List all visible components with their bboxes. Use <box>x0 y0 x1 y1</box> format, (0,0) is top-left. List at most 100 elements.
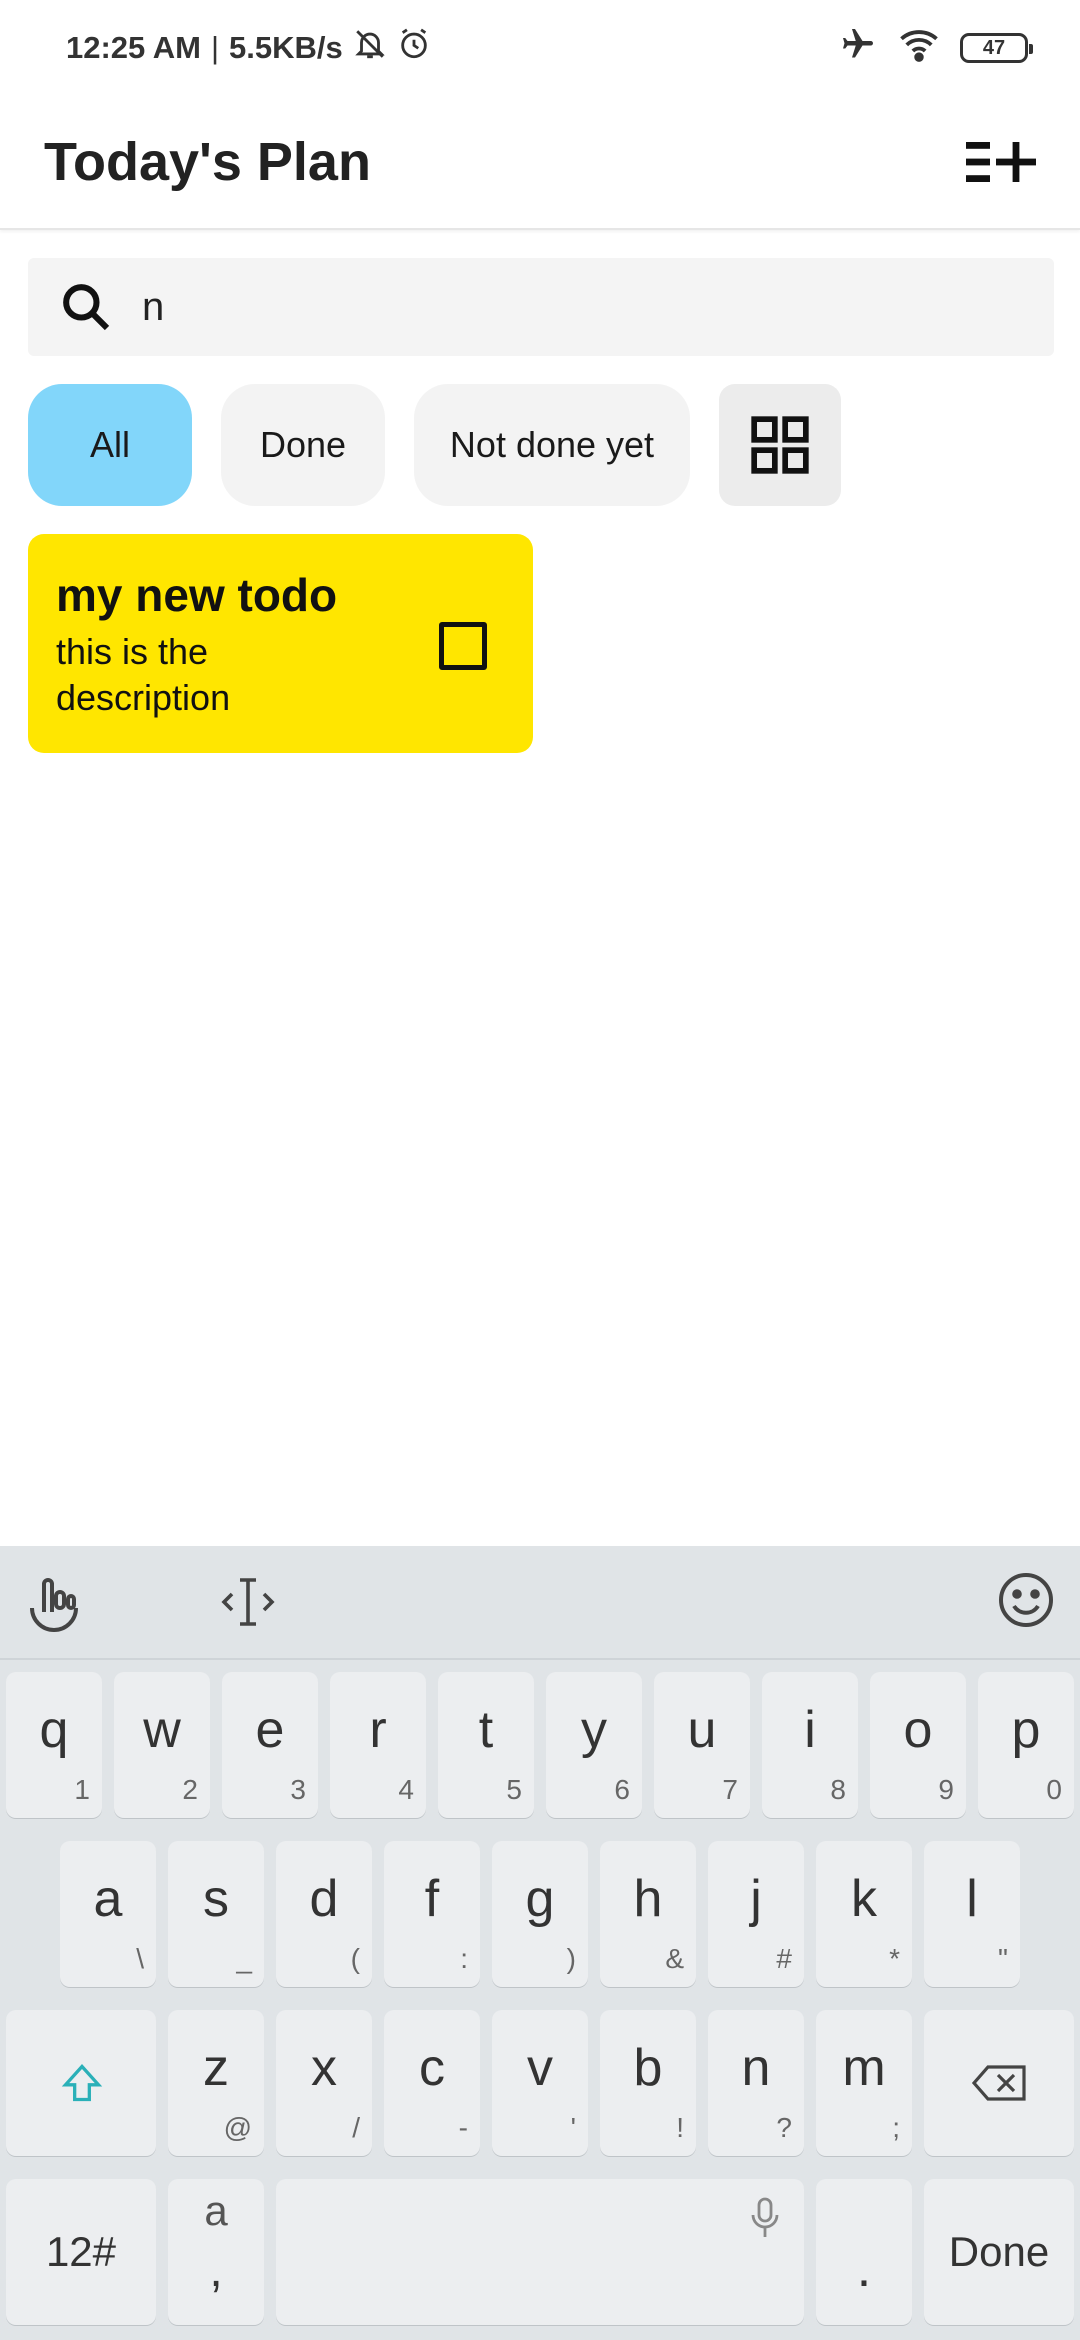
todo-title: my new todo <box>56 569 338 621</box>
filter-all-label: All <box>89 424 130 465</box>
key-sub-label: / <box>352 2112 360 2143</box>
battery-level: 47 <box>982 36 1006 59</box>
key-k[interactable]: k * <box>816 1841 912 1987</box>
key-label: v <box>527 2039 553 2097</box>
text-cursor-icon <box>221 1578 275 1626</box>
key-sub-label: 4 <box>398 1774 414 1805</box>
key-label: a <box>93 1870 123 1928</box>
key-sub-label: _ <box>236 1943 252 1974</box>
keyboard-row-1: q1 w2 e3 r4 t5 y6 u7 i8 o9 p0 <box>0 1672 1080 1820</box>
key-l[interactable]: l " <box>924 1841 1020 1987</box>
key-e[interactable]: e3 <box>222 1672 318 1818</box>
key-v[interactable]: v ' <box>492 2010 588 2156</box>
app-bar: Today's Plan <box>0 96 1080 230</box>
keyboard-row-3: z @ x / c- v ' b! n? m; <box>0 2010 1080 2158</box>
key-d[interactable]: d( <box>276 1841 372 1987</box>
comma-key[interactable]: a , <box>168 2179 264 2325</box>
key-r[interactable]: r4 <box>330 1672 426 1818</box>
filter-done-chip[interactable]: Done <box>221 384 385 506</box>
symbols-label: 12# <box>45 2228 117 2275</box>
emoji-icon <box>999 1573 1053 1627</box>
key-sub-label: - <box>458 2112 468 2143</box>
key-g[interactable]: g) <box>492 1841 588 1987</box>
key-j[interactable]: j # <box>708 1841 804 1987</box>
key-label: j <box>750 1870 762 1928</box>
key-sub-label: 7 <box>722 1774 738 1805</box>
key-u[interactable]: u7 <box>654 1672 750 1818</box>
shift-icon <box>61 2064 103 2102</box>
key-o[interactable]: o9 <box>870 1672 966 1818</box>
key-label: d <box>309 1870 339 1928</box>
key-label: n <box>741 2039 771 2097</box>
key-label: k <box>851 1870 877 1928</box>
backspace-key[interactable] <box>924 2010 1074 2156</box>
key-s[interactable]: s _ <box>168 1841 264 1987</box>
mute-bell-icon <box>353 27 387 69</box>
shift-key[interactable] <box>6 2010 156 2156</box>
filter-not-done-label: Not done yet <box>449 424 655 465</box>
filter-chips: All Done Not done yet <box>28 384 841 506</box>
key-label: m <box>842 2039 886 2097</box>
keyboard-toolbar <box>0 1546 1080 1660</box>
key-sub-label: 2 <box>182 1774 198 1805</box>
key-sub-label: 3 <box>290 1774 306 1805</box>
todo-checkbox[interactable] <box>439 622 487 670</box>
key-q[interactable]: q1 <box>6 1672 102 1818</box>
key-label: x <box>311 2039 337 2097</box>
key-w[interactable]: w2 <box>114 1672 210 1818</box>
status-left: 12:25 AM | 5.5KB/s <box>66 27 431 69</box>
search-bar[interactable] <box>28 258 1054 356</box>
status-right: 47 <box>838 26 1033 70</box>
key-sub-label: @ <box>223 2112 252 2143</box>
symbols-key[interactable]: 12# <box>6 2179 156 2325</box>
period-label: . <box>856 2240 872 2298</box>
alarm-icon <box>397 27 431 69</box>
grid-view-button[interactable] <box>719 384 841 506</box>
comma-key-label: , <box>209 2244 223 2297</box>
key-y[interactable]: y6 <box>546 1672 642 1818</box>
key-label: o <box>903 1701 933 1759</box>
key-f[interactable]: f: <box>384 1841 480 1987</box>
key-c[interactable]: c- <box>384 2010 480 2156</box>
backspace-icon <box>972 2065 1026 2101</box>
key-label: b <box>633 2039 663 2097</box>
page-title: Today's Plan <box>44 132 371 192</box>
playlist-add-icon <box>966 142 1036 182</box>
key-x[interactable]: x / <box>276 2010 372 2156</box>
key-m[interactable]: m; <box>816 2010 912 2156</box>
todo-card[interactable]: my new todo this is the description <box>28 534 533 753</box>
keyboard-row-2: a \ s _ d( f: g) h & j # k * l " <box>0 1841 1080 1989</box>
key-p[interactable]: p0 <box>978 1672 1074 1818</box>
key-t[interactable]: t5 <box>438 1672 534 1818</box>
filter-all-chip[interactable]: All <box>28 384 192 506</box>
key-h[interactable]: h & <box>600 1841 696 1987</box>
key-sub-label: ) <box>566 1943 576 1974</box>
cursor-control-button[interactable] <box>218 1572 278 1632</box>
key-i[interactable]: i8 <box>762 1672 858 1818</box>
key-a[interactable]: a \ <box>60 1841 156 1987</box>
key-label: w <box>143 1701 181 1759</box>
key-label: h <box>633 1870 663 1928</box>
emoji-button[interactable] <box>996 1570 1056 1630</box>
key-label: z <box>203 2039 229 2097</box>
search-input[interactable] <box>142 284 1042 330</box>
key-sub-label: 0 <box>1046 1774 1062 1805</box>
done-key[interactable]: Done <box>924 2179 1074 2325</box>
comma-key-top-label: a <box>204 2187 228 2234</box>
key-b[interactable]: b! <box>600 2010 696 2156</box>
status-speed: 5.5KB/s <box>229 30 343 65</box>
key-sub-label: " <box>998 1943 1008 1974</box>
period-key[interactable]: . <box>816 2179 912 2325</box>
key-label: u <box>687 1701 717 1759</box>
status-bar: 12:25 AM | 5.5KB/s 47 <box>0 0 1080 96</box>
search-icon <box>63 284 110 331</box>
wifi-icon <box>898 26 940 70</box>
key-n[interactable]: n? <box>708 2010 804 2156</box>
add-list-button[interactable] <box>966 126 1038 198</box>
space-key[interactable] <box>276 2179 804 2325</box>
key-sub-label: # <box>776 1943 792 1974</box>
key-label: i <box>804 1701 816 1759</box>
filter-not-done-chip[interactable]: Not done yet <box>414 384 690 506</box>
gesture-typing-button[interactable] <box>24 1572 84 1632</box>
key-z[interactable]: z @ <box>168 2010 264 2156</box>
